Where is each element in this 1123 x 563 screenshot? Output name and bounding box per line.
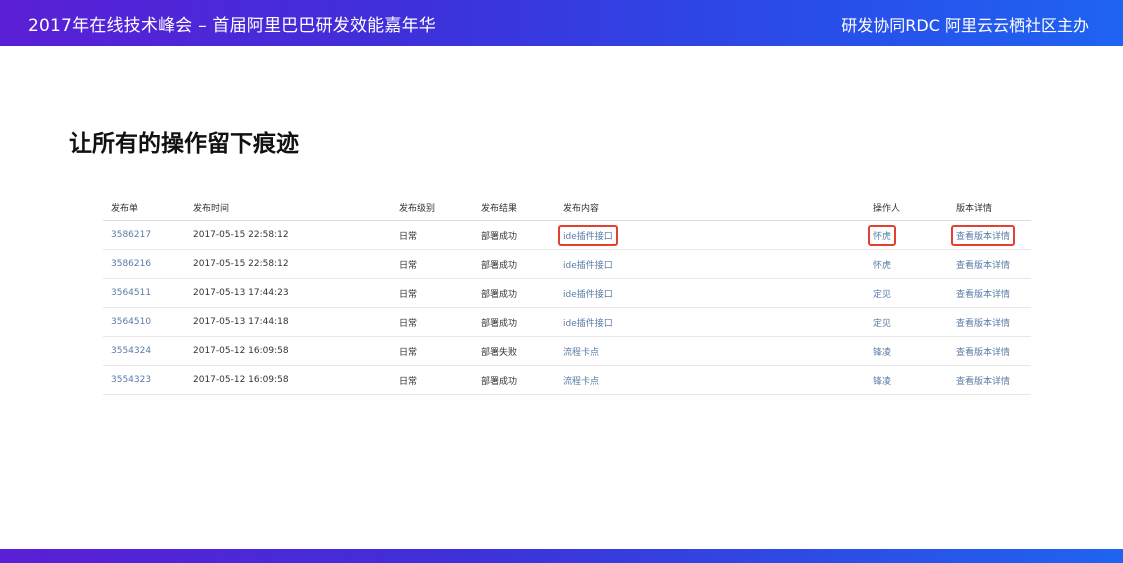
release-content-link[interactable]: ide插件接口 [555, 307, 865, 337]
release-time: 2017-05-13 17:44:23 [185, 278, 391, 308]
release-level: 日常 [391, 220, 473, 250]
conference-title: 2017年在线技术峰会 – 首届阿里巴巴研发效能嘉年华 [28, 16, 436, 36]
release-result: 部署失败 [473, 336, 555, 366]
operator-link[interactable]: 怀虎 [865, 249, 948, 279]
slide-title: 让所有的操作留下痕迹 [69, 131, 299, 157]
release-time: 2017-05-13 17:44:18 [185, 307, 391, 337]
version-detail-link[interactable]: 查看版本详情 [948, 278, 1031, 308]
release-time: 2017-05-12 16:09:58 [185, 365, 391, 395]
release-level: 日常 [391, 249, 473, 279]
table-row: 3554324 2017-05-12 16:09:58 日常 部署失败 流程卡点… [103, 336, 1031, 366]
col-header-release-time: 发布时间 [185, 194, 391, 221]
operator-link[interactable]: 锋凌 [865, 365, 948, 395]
release-content-link[interactable]: 流程卡点 [555, 336, 865, 366]
release-id-link[interactable]: 3586217 [103, 220, 185, 250]
version-detail-link[interactable]: 查看版本详情 [948, 307, 1031, 337]
release-time: 2017-05-15 22:58:12 [185, 249, 391, 279]
table-header-row: 发布单 发布时间 发布级别 发布结果 发布内容 操作人 版本详情 [103, 194, 1031, 221]
release-level: 日常 [391, 365, 473, 395]
col-header-release-content: 发布内容 [555, 194, 865, 221]
version-detail-link[interactable]: 查看版本详情 [951, 224, 1016, 246]
operator-link[interactable]: 锋凌 [865, 336, 948, 366]
top-banner: 2017年在线技术峰会 – 首届阿里巴巴研发效能嘉年华 研发协同RDC 阿里云云… [0, 0, 1123, 46]
version-detail-link[interactable]: 查看版本详情 [948, 365, 1031, 395]
operator-link[interactable]: 定见 [865, 307, 948, 337]
release-table: 发布单 发布时间 发布级别 发布结果 发布内容 操作人 版本详情 3586217… [103, 194, 1031, 395]
operator-link[interactable]: 怀虎 [868, 224, 897, 246]
release-result: 部署成功 [473, 307, 555, 337]
version-detail-link[interactable]: 查看版本详情 [948, 336, 1031, 366]
release-id-link[interactable]: 3554324 [103, 336, 185, 366]
col-header-operator: 操作人 [865, 194, 948, 221]
table-row: 3586217 2017-05-15 22:58:12 日常 部署成功 ide插… [103, 220, 1031, 250]
release-result: 部署成功 [473, 220, 555, 250]
release-result: 部署成功 [473, 365, 555, 395]
bottom-banner [0, 549, 1123, 563]
organizer-text: 研发协同RDC 阿里云云栖社区主办 [841, 16, 1089, 35]
col-header-release-level: 发布级别 [391, 194, 473, 221]
release-result: 部署成功 [473, 249, 555, 279]
release-level: 日常 [391, 278, 473, 308]
release-id-link[interactable]: 3586216 [103, 249, 185, 279]
release-level: 日常 [391, 307, 473, 337]
col-header-release-id: 发布单 [103, 194, 185, 221]
release-content-link[interactable]: ide插件接口 [555, 249, 865, 279]
table-row: 3586216 2017-05-15 22:58:12 日常 部署成功 ide插… [103, 249, 1031, 279]
release-result: 部署成功 [473, 278, 555, 308]
release-level: 日常 [391, 336, 473, 366]
version-detail-link[interactable]: 查看版本详情 [948, 249, 1031, 279]
table-row: 3554323 2017-05-12 16:09:58 日常 部署成功 流程卡点… [103, 365, 1031, 395]
release-id-link[interactable]: 3554323 [103, 365, 185, 395]
release-content-link[interactable]: ide插件接口 [555, 278, 865, 308]
table-row: 3564510 2017-05-13 17:44:18 日常 部署成功 ide插… [103, 307, 1031, 337]
release-content-link[interactable]: ide插件接口 [558, 224, 618, 246]
release-content-link[interactable]: 流程卡点 [555, 365, 865, 395]
table-row: 3564511 2017-05-13 17:44:23 日常 部署成功 ide插… [103, 278, 1031, 308]
col-header-release-result: 发布结果 [473, 194, 555, 221]
release-id-link[interactable]: 3564510 [103, 307, 185, 337]
release-id-link[interactable]: 3564511 [103, 278, 185, 308]
col-header-version-detail: 版本详情 [948, 194, 1031, 221]
release-time: 2017-05-15 22:58:12 [185, 220, 391, 250]
operator-link[interactable]: 定见 [865, 278, 948, 308]
release-time: 2017-05-12 16:09:58 [185, 336, 391, 366]
